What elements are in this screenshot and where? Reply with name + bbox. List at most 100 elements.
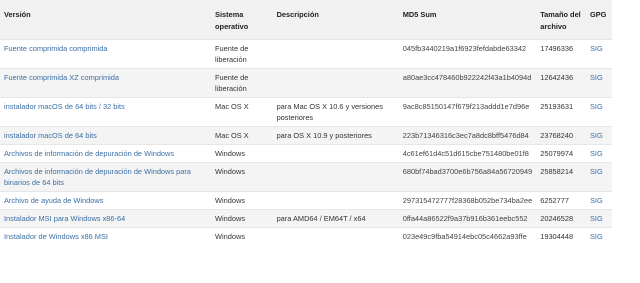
description-column-cell: para Mac OS X 10.6 y versiones posterior… — [272, 97, 399, 127]
os-column-cell: Fuente de liberación — [211, 68, 273, 98]
table-header-row: Versión Sistema operativo Descripción MD… — [0, 0, 612, 40]
md5-cell: 4c61ef61d4c51d615cbe751480be01f8 — [402, 149, 529, 158]
sig-link[interactable]: SIG — [590, 149, 603, 158]
version-link[interactable]: Instalador de Windows x86 MSI — [4, 232, 108, 241]
md5-cell: 223b71346316c3ec7a8dc8bff5476d84 — [402, 131, 529, 140]
size-column-cell: 23768240 — [536, 126, 586, 145]
version-column-cell: Instalador MSI para Windows x86-64 — [0, 209, 212, 228]
sig-link[interactable]: SIG — [590, 167, 603, 176]
size-column-cell: 25193631 — [536, 97, 586, 127]
sig-link[interactable]: SIG — [590, 102, 603, 111]
os-cell: Windows — [215, 214, 246, 223]
os-cell: Windows — [215, 167, 246, 176]
os-column-cell: Windows — [211, 191, 273, 210]
os-column-cell: Mac OS X — [211, 97, 273, 127]
description-column-cell — [272, 227, 399, 245]
description-column-cell: para AMD64 / EM64T / x64 — [272, 209, 399, 228]
size-cell: 20246528 — [540, 214, 574, 223]
os-cell: Windows — [215, 196, 246, 205]
downloads-table: Versión Sistema operativo Descripción MD… — [0, 0, 612, 245]
md5-cell: 297315472777f28368b052be734ba2ee — [402, 196, 533, 205]
version-column-cell: Archivo de ayuda de Windows — [0, 191, 212, 210]
downloads-table-container: Versión Sistema operativo Descripción MD… — [0, 0, 640, 283]
sig-link[interactable]: SIG — [590, 131, 603, 140]
os-column-cell: Fuente de liberación — [211, 39, 273, 69]
md5-cell: 045fb3440219a1f6923fefdabde63342 — [402, 44, 527, 53]
gpg-column-cell: SIG — [586, 144, 612, 163]
header-version: Versión — [0, 0, 212, 40]
md5-column-cell: 680bf74bad3700e6b756a84a56720949 — [398, 162, 537, 192]
gpg-column-cell: SIG — [586, 227, 612, 245]
os-cell: Windows — [215, 232, 246, 241]
version-link[interactable]: Fuente comprimida XZ comprimida — [4, 73, 119, 82]
version-link[interactable]: Archivo de ayuda de Windows — [4, 196, 103, 205]
description-column-cell — [272, 39, 399, 69]
os-cell: Fuente de liberación — [215, 73, 249, 93]
os-column-cell: Windows — [211, 144, 273, 163]
sig-link[interactable]: SIG — [590, 214, 603, 223]
os-column-cell: Windows — [211, 209, 273, 228]
table-row: Archivo de ayuda de Windows Windows 297315… — [0, 191, 612, 210]
table-row: Fuente comprimida XZ comprimida Fuente de… — [0, 68, 612, 98]
gpg-column-cell: SIG — [586, 209, 612, 228]
header-size: Tamaño del archivo — [536, 0, 586, 40]
size-column-cell: 25858214 — [536, 162, 586, 192]
size-column-cell: 19304448 — [536, 227, 586, 245]
version-link[interactable]: Instalador MSI para Windows x86-64 — [4, 214, 125, 223]
table-row: instalador macOS de 64 bits Mac OS X para … — [0, 126, 612, 145]
version-link[interactable]: Fuente comprimida comprimida — [4, 44, 108, 53]
gpg-column-cell: SIG — [586, 68, 612, 98]
gpg-column-cell: SIG — [586, 191, 612, 210]
size-cell: 12642436 — [540, 73, 574, 82]
version-link[interactable]: Archivos de información de depuración de… — [4, 167, 191, 187]
md5-column-cell: 223b71346316c3ec7a8dc8bff5476d84 — [398, 126, 537, 145]
gpg-column-cell: SIG — [586, 39, 612, 69]
version-link[interactable]: instalador macOS de 64 bits / 32 bits — [4, 102, 125, 111]
description-cell: para Mac OS X 10.6 y versiones posterior… — [276, 102, 383, 122]
sig-link[interactable]: SIG — [590, 73, 603, 82]
md5-column-cell: 9ac8c85150147f679f213addd1e7d96e — [398, 97, 537, 127]
table-row: instalador macOS de 64 bits / 32 bits Mac… — [0, 97, 612, 127]
md5-cell: 680bf74bad3700e6b756a84a56720949 — [402, 167, 533, 176]
version-column-cell: Fuente comprimida comprimida — [0, 39, 212, 69]
size-cell: 6252777 — [540, 196, 569, 205]
sig-link[interactable]: SIG — [590, 232, 603, 241]
os-column-cell: Mac OS X — [211, 126, 273, 145]
version-column-cell: Archivos de información de depuración de… — [0, 162, 212, 192]
os-column-cell: Windows — [211, 162, 273, 192]
md5-column-cell: 4c61ef61d4c51d615cbe751480be01f8 — [398, 144, 537, 163]
version-link[interactable]: instalador macOS de 64 bits — [4, 131, 97, 140]
size-column-cell: 25079974 — [536, 144, 586, 163]
size-cell: 25858214 — [540, 167, 574, 176]
md5-cell: 023e49c9fba54914ebc05c4662a93ffe — [402, 232, 527, 241]
size-column-cell: 17496336 — [536, 39, 586, 69]
size-column-cell: 20246528 — [536, 209, 586, 228]
table-row: Archivos de información de depuración de… — [0, 144, 612, 163]
description-column-cell — [272, 144, 399, 163]
version-column-cell: Fuente comprimida XZ comprimida — [0, 68, 212, 98]
size-cell: 17496336 — [540, 44, 574, 53]
size-cell: 25193631 — [540, 102, 574, 111]
os-column-cell: Windows — [211, 227, 273, 245]
md5-cell: 0ffa44a86522f9a37b916b361eebc552 — [402, 214, 528, 223]
version-column-cell: Instalador de Windows x86 MSI — [0, 227, 212, 245]
table-row: Instalador de Windows x86 MSI Windows 023e… — [0, 227, 612, 245]
header-os: Sistema operativo — [211, 0, 273, 40]
sig-link[interactable]: SIG — [590, 44, 603, 53]
table-body: Fuente comprimida comprimida Fuente de li… — [0, 39, 612, 245]
md5-column-cell: a80ae3cc478460b922242f43a1b4094d — [398, 68, 537, 98]
version-column-cell: instalador macOS de 64 bits — [0, 126, 212, 145]
version-link[interactable]: Archivos de información de depuración de… — [4, 149, 174, 158]
sig-link[interactable]: SIG — [590, 196, 603, 205]
md5-column-cell: 297315472777f28368b052be734ba2ee — [398, 191, 537, 210]
description-column-cell — [272, 191, 399, 210]
gpg-column-cell: SIG — [586, 162, 612, 192]
size-cell: 19304448 — [540, 232, 574, 241]
table-row: Fuente comprimida comprimida Fuente de li… — [0, 39, 612, 69]
md5-column-cell: 0ffa44a86522f9a37b916b361eebc552 — [398, 209, 537, 228]
table-row: Instalador MSI para Windows x86-64 Window… — [0, 209, 612, 228]
version-column-cell: instalador macOS de 64 bits / 32 bits — [0, 97, 212, 127]
header-md5: MD5 Sum — [398, 0, 537, 40]
os-cell: Mac OS X — [215, 102, 249, 111]
size-column-cell: 6252777 — [536, 191, 586, 210]
